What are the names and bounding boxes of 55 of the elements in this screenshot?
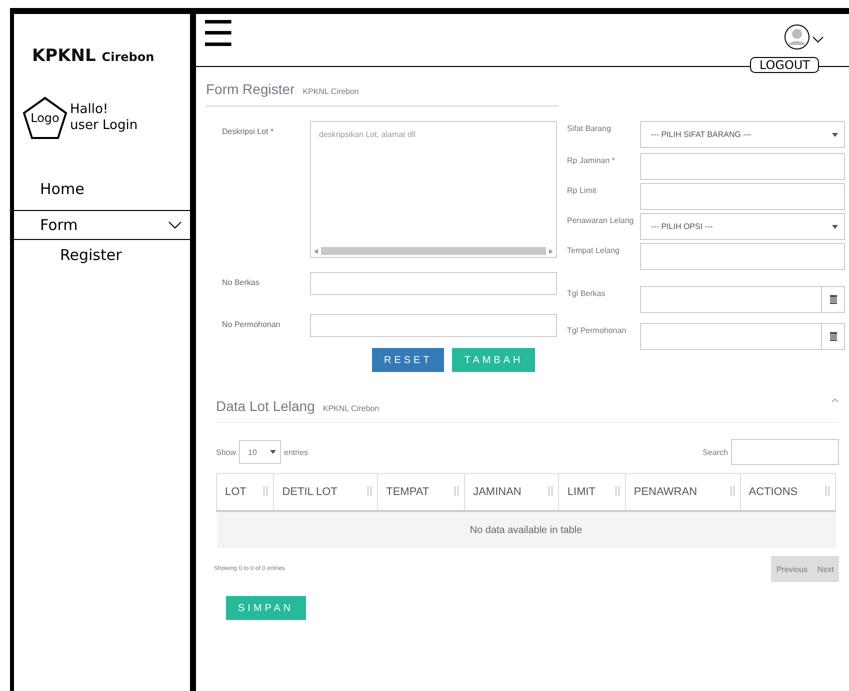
caret-icon — [832, 224, 838, 230]
scroll-right-icon[interactable] — [549, 248, 553, 254]
date-field[interactable] — [640, 286, 845, 313]
search-label: Search — [702, 448, 728, 456]
logout-button[interactable]: LOGOUT — [750, 57, 819, 73]
form-button[interactable]: RESET — [372, 348, 444, 372]
field-label: Rp Jaminan * — [567, 155, 616, 166]
page-size-select[interactable]: 10 — [239, 440, 282, 464]
nav-item[interactable]: Form — [14, 210, 190, 240]
nav-subitem[interactable]: Register — [14, 240, 190, 264]
user-greeting: Hallo! user Login — [70, 102, 138, 134]
sort-icon — [453, 486, 460, 496]
date-field[interactable] — [640, 323, 845, 350]
nav-item[interactable]: Home — [14, 174, 190, 204]
show-label: Show — [216, 448, 236, 456]
field-label: Rp Limit — [567, 185, 598, 196]
field-label: Tempat Lelang — [567, 245, 620, 256]
input-field[interactable] — [640, 153, 845, 180]
field-label: Penawaran Lelang — [567, 215, 635, 226]
field-label: Sifat Barang — [567, 123, 612, 134]
sort-icon — [728, 486, 736, 496]
calendar-icon — [830, 332, 836, 341]
select-field[interactable]: --- PILIH SIFAT BARANG --- — [640, 121, 845, 148]
scroll-left-icon[interactable] — [314, 248, 318, 254]
field-label: Deskripsi Lot * — [222, 126, 275, 137]
logo-icon: Logo — [22, 96, 68, 140]
chevron-icon — [168, 221, 182, 229]
empty-table-message: No data available in table — [216, 511, 836, 548]
field-label: Tgl Permohonan — [567, 325, 628, 336]
section-subtitle: KPKNL Cirebon — [302, 87, 359, 96]
scrollbar-thumb[interactable] — [321, 247, 546, 255]
calendar-icon — [830, 295, 836, 304]
select-field[interactable]: --- PILIH OPSI --- — [640, 213, 845, 240]
section-title: Form Register — [206, 81, 295, 97]
field-label: Tgl Berkas — [567, 288, 606, 299]
collapse-icon[interactable] — [831, 398, 839, 403]
section-title: Data Lot Lelang — [216, 398, 315, 414]
sort-icon — [262, 486, 270, 496]
sort-icon — [614, 486, 621, 496]
search-field[interactable] — [731, 439, 839, 465]
field-label: No Permohonan — [222, 319, 282, 330]
sort-icon — [824, 486, 831, 496]
caret-icon — [270, 449, 276, 455]
section-subtitle: KPKNL Cirebon — [322, 404, 380, 413]
menu-icon[interactable]: ☰ — [202, 14, 234, 54]
input-field[interactable] — [310, 272, 557, 295]
field-label: No Berkas — [222, 277, 260, 288]
input-field[interactable] — [640, 183, 845, 210]
sort-icon — [547, 486, 554, 496]
input-field[interactable] — [310, 314, 557, 337]
input-field[interactable] — [640, 243, 845, 270]
brand-title: KPKNL Cirebon — [32, 46, 156, 66]
sort-icon — [366, 486, 374, 496]
entries-label: entries — [284, 448, 308, 456]
caret-icon — [832, 132, 838, 138]
